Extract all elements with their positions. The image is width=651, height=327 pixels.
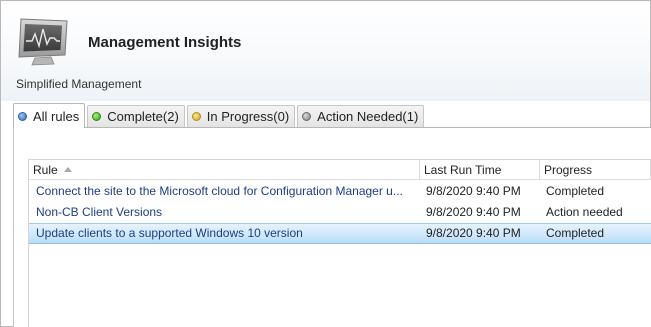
column-header-label: Last Run Time <box>424 163 502 177</box>
tab-in-progress[interactable]: In Progress(0) <box>186 105 296 127</box>
column-header-last-run-time[interactable]: Last Run Time <box>420 160 540 180</box>
page-title: Management Insights <box>88 34 242 51</box>
tab-label: In Progress(0) <box>206 109 290 124</box>
progress-cell: Action needed <box>546 205 623 219</box>
tab-label: Complete(2) <box>107 109 179 124</box>
progress-cell: Completed <box>546 184 605 198</box>
page-subtitle: Simplified Management <box>16 77 142 91</box>
tab-all-rules[interactable]: All rules <box>13 103 86 128</box>
column-header-label: Progress <box>544 163 593 177</box>
table-row[interactable]: Non-CB Client Versions 9/8/2020 9:40 PM … <box>29 202 651 223</box>
monitor-heartbeat-icon <box>18 18 68 66</box>
rule-name-cell: Connect the site to the Microsoft cloud … <box>36 184 403 198</box>
status-dot-icon <box>191 112 201 121</box>
table-row[interactable]: Connect the site to the Microsoft cloud … <box>29 181 651 202</box>
sort-ascending-icon <box>63 167 72 173</box>
rule-name-cell: Non-CB Client Versions <box>36 205 163 219</box>
column-header-rule[interactable]: Rule <box>29 160 420 180</box>
rule-name-cell: Update clients to a supported Windows 10… <box>36 226 303 240</box>
status-dot-icon <box>302 112 312 121</box>
tab-label: All rules <box>33 108 80 124</box>
last-run-time-cell: 9/8/2020 9:40 PM <box>426 184 521 198</box>
rules-grid: Rule Last Run Time Progress Connect the … <box>28 159 651 327</box>
progress-cell: Completed <box>546 226 605 240</box>
header-banner: Management Insights Simplified Managemen… <box>1 1 650 101</box>
last-run-time-cell: 9/8/2020 9:40 PM <box>426 205 521 219</box>
tab-strip: All rules Complete(2) In Progress(0) Act… <box>13 103 426 128</box>
last-run-time-cell: 9/8/2020 9:40 PM <box>426 226 521 240</box>
column-header-label: Rule <box>33 163 58 177</box>
table-row-selected[interactable]: Update clients to a supported Windows 10… <box>29 223 651 244</box>
tab-action-needed[interactable]: Action Needed(1) <box>297 105 425 127</box>
tab-complete[interactable]: Complete(2) <box>87 105 185 127</box>
status-dot-icon <box>92 112 102 121</box>
tab-label: Action Needed(1) <box>317 109 419 124</box>
status-dot-icon <box>18 111 27 121</box>
window-frame: Management Insights Simplified Managemen… <box>0 0 651 327</box>
column-header-progress[interactable]: Progress <box>540 160 651 180</box>
